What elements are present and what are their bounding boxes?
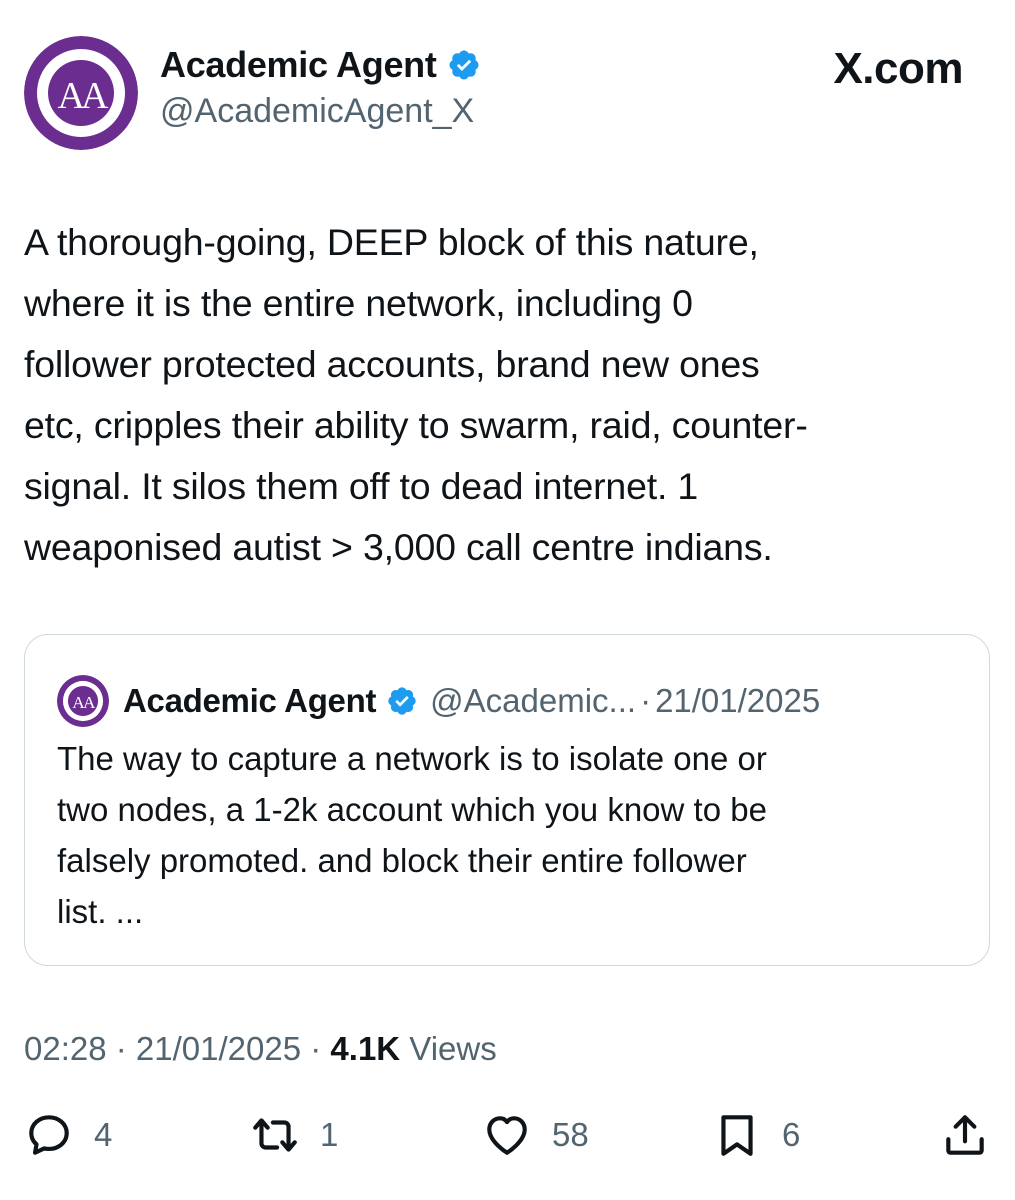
bookmark-count: 6	[782, 1116, 801, 1153]
svg-text:AA: AA	[72, 693, 96, 712]
quoted-author-handle[interactable]: @Academic...	[430, 682, 636, 720]
heart-icon	[487, 1116, 527, 1155]
repost-count: 1	[320, 1116, 339, 1153]
bookmark-button[interactable]: 6	[712, 1110, 800, 1160]
share-button[interactable]	[940, 1110, 990, 1160]
svg-text:AA: AA	[58, 75, 109, 117]
author-avatar[interactable]: AA	[24, 36, 138, 150]
quoted-text-line: falsely promoted. and block their entire…	[57, 842, 747, 879]
reply-count: 4	[94, 1116, 113, 1153]
tweet-text-line: follower protected accounts, brand new o…	[24, 343, 760, 385]
meta-separator: ·	[106, 1030, 136, 1067]
meta-separator: ·	[301, 1030, 331, 1067]
tweet-text-line: signal. It silos them off to dead intern…	[24, 465, 699, 507]
quoted-tweet-header: AA Academic Agent @Academic... · 21/01/2…	[57, 675, 820, 727]
author-handle[interactable]: @AcademicAgent_X	[160, 92, 481, 131]
quoted-author-display-name[interactable]: Academic Agent	[123, 682, 376, 720]
brand-label: X.com	[833, 44, 963, 93]
tweet-date[interactable]: 21/01/2025	[136, 1030, 301, 1067]
repost-icon	[253, 1118, 297, 1152]
views-label: Views	[400, 1030, 497, 1067]
tweet-text-line: where it is the entire network, includin…	[24, 282, 693, 324]
share-icon	[946, 1115, 984, 1155]
action-bar: 4 1 58 6	[0, 1110, 1015, 1170]
quoted-text-line: The way to capture a network is to isola…	[57, 740, 767, 777]
author-display-name[interactable]: Academic Agent	[160, 44, 437, 86]
tweet-text: A thorough-going, DEEP block of this nat…	[24, 212, 999, 578]
tweet-text-line: etc, cripples their ability to swarm, ra…	[24, 404, 808, 446]
reply-button[interactable]: 4	[24, 1110, 112, 1160]
verified-badge-icon	[388, 687, 416, 715]
like-count: 58	[552, 1116, 589, 1153]
quoted-tweet-card[interactable]: AA Academic Agent @Academic... · 21/01/2…	[24, 634, 990, 966]
quoted-text-line: list. ...	[57, 893, 144, 930]
verified-badge-icon	[449, 50, 479, 80]
quoted-text-line: two nodes, a 1-2k account which you know…	[57, 791, 767, 828]
tweet-text-line: weaponised autist > 3,000 call centre in…	[24, 526, 773, 568]
bookmark-icon	[721, 1115, 753, 1156]
quoted-author-avatar[interactable]: AA	[57, 675, 109, 727]
tweet-text-line: A thorough-going, DEEP block of this nat…	[24, 221, 759, 263]
repost-button[interactable]: 1	[250, 1110, 338, 1160]
author-block: Academic Agent @AcademicAgent_X	[160, 44, 481, 131]
tweet-time[interactable]: 02:28	[24, 1030, 107, 1067]
tweet-meta: 02:28 · 21/01/2025 · 4.1K Views	[24, 1030, 497, 1068]
quoted-date[interactable]: 21/01/2025	[655, 682, 820, 720]
views-count: 4.1K	[330, 1030, 401, 1067]
like-button[interactable]: 58	[482, 1110, 589, 1160]
quoted-separator: ·	[640, 682, 652, 719]
reply-icon	[29, 1115, 69, 1155]
quoted-tweet-text: The way to capture a network is to isola…	[57, 733, 957, 937]
